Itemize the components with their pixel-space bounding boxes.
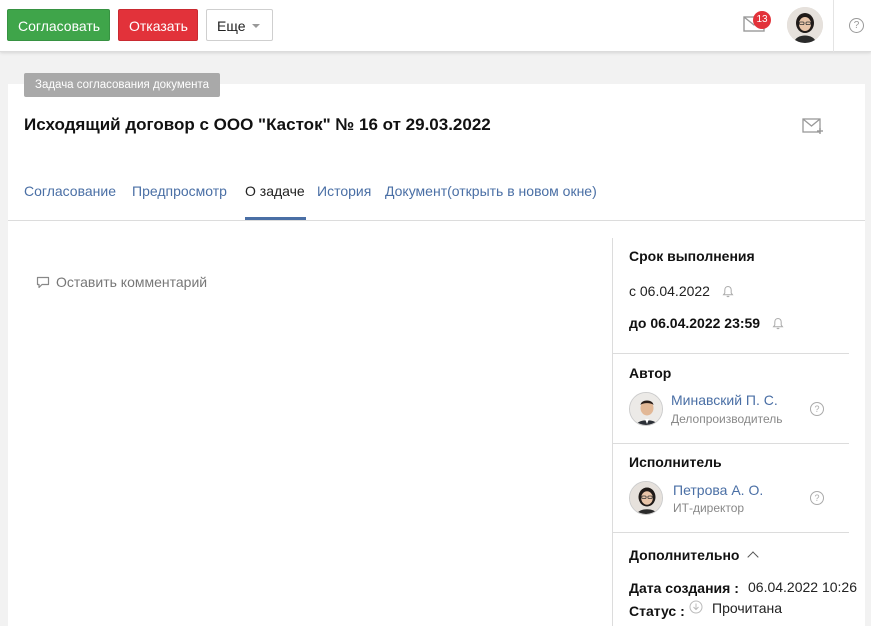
tab-about-task[interactable]: О задаче — [245, 181, 305, 221]
toolbar-divider — [833, 0, 834, 52]
executor-name-link[interactable]: Петрова А. О. — [673, 482, 763, 498]
document-title: Исходящий договор с ООО "Касток" № 16 от… — [24, 115, 491, 134]
user-avatar-image — [787, 7, 823, 43]
deadline-title: Срок выполнения — [629, 248, 755, 264]
deadline-from-text: с 06.04.2022 — [629, 283, 710, 299]
notification-badge: 13 — [753, 11, 771, 29]
additional-title: Дополнительно — [629, 547, 740, 563]
section-divider — [613, 353, 849, 354]
author-avatar[interactable] — [629, 392, 663, 426]
executor-role: ИТ-директор — [673, 501, 745, 515]
side-panel-divider — [612, 238, 613, 626]
help-icon[interactable]: ? — [849, 18, 864, 33]
more-label: Еще — [217, 18, 246, 34]
task-card — [8, 84, 865, 626]
executor-avatar[interactable] — [629, 481, 663, 515]
additional-toggle[interactable]: Дополнительно — [629, 547, 760, 563]
download-circle-icon — [689, 600, 703, 614]
deadline-to: до 06.04.2022 23:59 — [629, 315, 784, 331]
chevron-down-icon — [252, 24, 260, 28]
top-toolbar: Согласовать Отказать Еще 13 ? — [0, 0, 871, 52]
tab-approval[interactable]: Согласование — [24, 181, 116, 221]
approve-button[interactable]: Согласовать — [7, 9, 110, 41]
created-date-label: Дата создания : — [629, 580, 739, 596]
leave-comment-link[interactable]: Оставить комментарий — [36, 274, 207, 290]
tab-history[interactable]: История — [317, 181, 371, 221]
tab-preview[interactable]: Предпросмотр — [132, 181, 227, 221]
leave-comment-label: Оставить комментарий — [56, 274, 208, 290]
author-name-link[interactable]: Минавский П. С. — [671, 392, 778, 408]
bell-icon[interactable] — [772, 317, 784, 330]
author-title: Автор — [629, 365, 672, 381]
deadline-from: с 06.04.2022 — [629, 283, 734, 299]
more-dropdown[interactable]: Еще — [206, 9, 273, 41]
reject-button[interactable]: Отказать — [118, 9, 198, 41]
status-label: Статус : — [629, 603, 685, 619]
created-date-value: 06.04.2022 10:26 — [748, 579, 857, 595]
bell-icon[interactable] — [722, 285, 734, 298]
executor-title: Исполнитель — [629, 454, 722, 470]
task-type-label: Задача согласования документа — [24, 73, 221, 97]
tabs-divider — [8, 220, 865, 221]
status-value: Прочитана — [712, 600, 782, 616]
executor-help-icon[interactable]: ? — [810, 491, 824, 505]
tab-document[interactable]: Документ(открыть в новом окне) — [385, 181, 597, 221]
section-divider — [613, 443, 849, 444]
author-help-icon[interactable]: ? — [810, 402, 824, 416]
author-role: Делопроизводитель — [671, 412, 783, 426]
chevron-up-icon — [747, 551, 760, 563]
comment-icon — [36, 276, 50, 289]
user-avatar[interactable] — [787, 7, 823, 43]
mail-plus-icon[interactable] — [802, 118, 824, 134]
section-divider — [613, 532, 849, 533]
deadline-to-text: до 06.04.2022 23:59 — [629, 315, 761, 331]
